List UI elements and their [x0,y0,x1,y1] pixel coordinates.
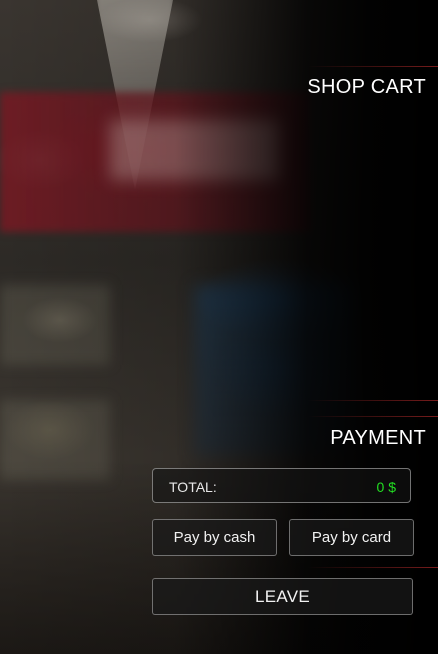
leave-button[interactable]: LEAVE [152,578,413,615]
total-amount: 0 $ [376,479,396,495]
shop-screen: SHOP CART PAYMENT TOTAL: 0 $ Pay by cash… [0,0,438,654]
shop-cart-title: SHOP CART [307,76,426,98]
total-box: TOTAL: 0 $ [152,468,411,503]
pay-by-card-button[interactable]: Pay by card [289,519,414,556]
pay-by-cash-button[interactable]: Pay by cash [152,519,277,556]
shop-panel: SHOP CART PAYMENT TOTAL: 0 $ Pay by cash… [0,0,438,654]
total-label: TOTAL: [169,479,217,495]
payment-title: PAYMENT [330,427,426,449]
